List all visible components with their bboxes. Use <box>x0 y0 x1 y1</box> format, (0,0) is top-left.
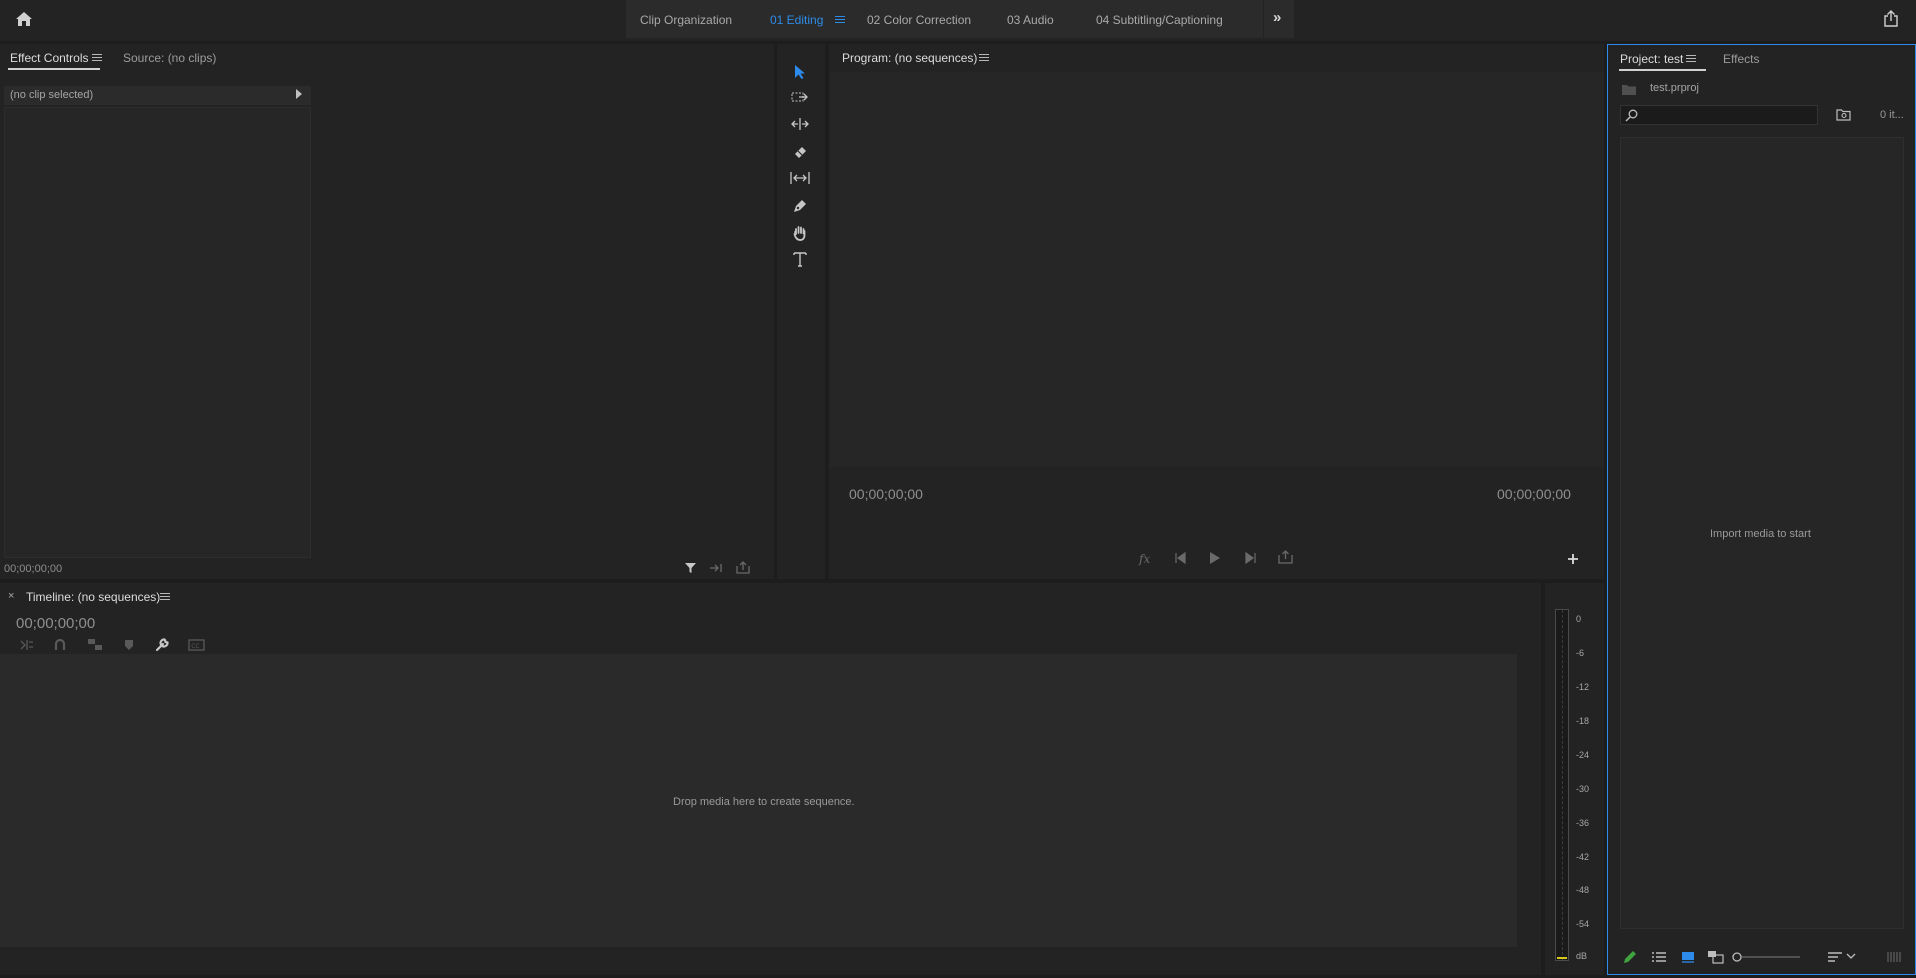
play-audio-clip-icon[interactable] <box>709 562 724 574</box>
search-field[interactable] <box>1641 108 1811 122</box>
export-frame-icon[interactable] <box>1278 550 1293 564</box>
audio-meter-peak <box>1557 957 1567 959</box>
more-workspaces-button[interactable]: » <box>1264 0 1294 38</box>
panel-menu-icon[interactable] <box>160 593 170 601</box>
insert-nest-icon[interactable] <box>19 638 35 651</box>
type-tool-icon[interactable] <box>792 251 808 267</box>
meter-tick: -48 <box>1576 885 1590 895</box>
linked-selection-icon[interactable] <box>87 638 103 651</box>
razor-tool-icon[interactable] <box>792 144 808 160</box>
project-bin-icon <box>1621 83 1637 96</box>
effect-controls-timecode[interactable]: 00;00;00;00 <box>4 563 62 575</box>
button-editor-plus-icon[interactable] <box>1567 553 1579 565</box>
program-monitor-viewer <box>829 72 1604 467</box>
meter-tick: -30 <box>1576 784 1590 794</box>
write-protect-icon[interactable] <box>1623 950 1637 964</box>
clip-selector-label: (no clip selected) <box>10 89 94 101</box>
close-icon[interactable]: × <box>8 590 14 602</box>
duration-timecode: 00;00;00;00 <box>1497 486 1571 502</box>
home-icon[interactable] <box>15 11 33 27</box>
find-in-bin-icon[interactable] <box>1836 108 1851 121</box>
panel-menu-icon[interactable] <box>1686 55 1696 63</box>
sort-icon[interactable] <box>1827 951 1843 963</box>
automate-to-sequence-icon[interactable] <box>1886 951 1902 963</box>
meter-tick: -24 <box>1576 750 1590 760</box>
active-tab-underline <box>1619 69 1706 71</box>
meter-tick: dB <box>1576 951 1588 961</box>
effect-controls-list <box>4 107 311 558</box>
workspace-tab-audio[interactable]: 03 Audio <box>1007 13 1054 27</box>
add-marker-icon[interactable] <box>124 639 134 651</box>
track-select-tool-icon[interactable] <box>791 91 809 105</box>
program-monitor-panel: Program: (no sequences) 00;00;00;00 00;0… <box>829 44 1604 579</box>
share-icon[interactable] <box>1883 10 1899 27</box>
meter-tick: 0 <box>1576 614 1582 624</box>
chevron-down-icon[interactable] <box>1846 952 1856 960</box>
tab-effect-controls[interactable]: Effect Controls <box>10 51 88 65</box>
workspace-tab-captioning[interactable]: 04 Subtitling/Captioning <box>1096 13 1223 27</box>
meter-tick: -54 <box>1576 919 1590 929</box>
snap-magnet-icon[interactable] <box>54 638 66 651</box>
audio-meter-channel <box>1555 609 1569 961</box>
meter-tick: -6 <box>1576 648 1585 658</box>
meter-tick: -18 <box>1576 716 1590 726</box>
drop-media-hint: Drop media here to create sequence. <box>673 796 855 808</box>
timeline-timecode[interactable]: 00;00;00;00 <box>16 615 95 632</box>
project-file-name: test.prproj <box>1650 82 1699 94</box>
timeline-title[interactable]: Timeline: (no sequences) <box>26 590 160 604</box>
filter-icon[interactable] <box>684 562 698 575</box>
active-tab-underline <box>8 68 100 70</box>
audio-meters-panel <box>1545 583 1604 975</box>
fx-icon[interactable]: fx <box>1139 552 1150 566</box>
workspace-tab-clip-organization[interactable]: Clip Organization <box>640 13 732 27</box>
item-count: 0 it... <box>1880 109 1904 121</box>
slip-tool-icon[interactable] <box>790 171 810 185</box>
effect-controls-panel: Effect Controls Source: (no clips) (no c… <box>0 44 774 579</box>
meter-tick: -36 <box>1576 818 1590 828</box>
project-panel: Project: test Effects test.prproj 0 it..… <box>1607 44 1916 975</box>
tab-effects[interactable]: Effects <box>1723 52 1759 66</box>
captions-icon[interactable]: CC <box>188 639 205 651</box>
step-back-icon[interactable] <box>1174 552 1188 564</box>
triangle-right-icon[interactable] <box>296 89 302 99</box>
export-clip-icon[interactable] <box>736 561 750 574</box>
panel-menu-icon[interactable] <box>979 54 989 62</box>
tools-panel <box>777 44 825 579</box>
icon-view-icon[interactable] <box>1681 951 1695 963</box>
step-forward-icon[interactable] <box>1243 552 1257 564</box>
svg-text:CC: CC <box>191 643 199 650</box>
import-media-hint: Import media to start <box>1710 528 1811 540</box>
tab-project[interactable]: Project: test <box>1620 52 1683 66</box>
workspace-tab-editing[interactable]: 01 Editing <box>770 13 823 27</box>
play-icon[interactable] <box>1209 551 1221 565</box>
wrench-icon[interactable] <box>155 637 170 652</box>
program-monitor-title[interactable]: Program: (no sequences) <box>842 51 977 65</box>
panel-menu-icon[interactable] <box>92 54 102 62</box>
meter-tick: -42 <box>1576 852 1590 862</box>
hand-tool-icon[interactable] <box>792 225 808 241</box>
timeline-panel: × Timeline: (no sequences) 00;00;00;00 C… <box>0 583 1541 975</box>
workspace-menu-icon[interactable] <box>835 16 845 24</box>
workspace-tab-color-correction[interactable]: 02 Color Correction <box>867 13 971 27</box>
clip-selector[interactable]: (no clip selected) <box>4 86 311 105</box>
pen-tool-icon[interactable] <box>792 198 808 214</box>
workspace-bar: Clip Organization 01 Editing 02 Color Co… <box>0 0 1916 41</box>
tab-source[interactable]: Source: (no clips) <box>123 51 216 65</box>
meter-tick: -12 <box>1576 682 1590 692</box>
freeform-view-icon[interactable] <box>1707 950 1725 964</box>
ripple-edit-tool-icon[interactable] <box>791 118 809 130</box>
double-chevron-right-icon: » <box>1273 9 1282 26</box>
search-icon <box>1625 109 1638 122</box>
list-view-icon[interactable] <box>1651 951 1667 963</box>
search-input[interactable] <box>1620 105 1818 125</box>
playhead-timecode[interactable]: 00;00;00;00 <box>849 486 923 502</box>
zoom-slider[interactable] <box>1732 951 1802 963</box>
selection-tool-icon[interactable] <box>793 64 807 80</box>
